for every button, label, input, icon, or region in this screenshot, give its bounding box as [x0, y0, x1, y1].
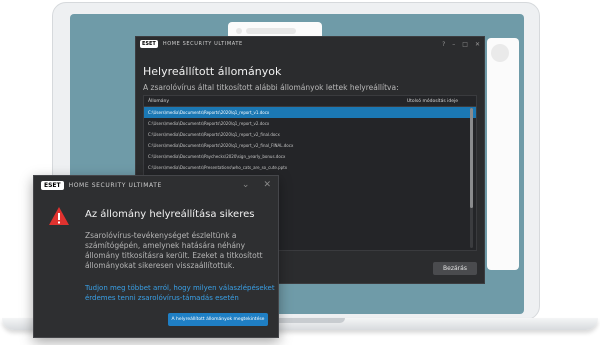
close-icon[interactable]: ✕ [475, 41, 480, 48]
page-subtitle: A zsarolóvírus által titkosított alábbi … [143, 83, 399, 92]
eset-logo: ESET [140, 40, 158, 48]
table-header: Állomány Utolsó módosítás ideje [144, 96, 476, 107]
table-row[interactable]: C:\Users\media\Documents\Reports\2020\q1… [144, 118, 476, 129]
close-button[interactable]: Bezárás [433, 262, 477, 275]
chevron-down-icon[interactable]: ⌄ [242, 180, 250, 190]
minimize-icon[interactable]: – [452, 41, 455, 48]
warning-icon [49, 207, 69, 225]
app-title: HOME SECURITY ULTIMATE [68, 181, 162, 189]
notification-titlebar: ESET HOME SECURITY ULTIMATE ⌄ ✕ [34, 176, 278, 194]
view-restored-files-button[interactable]: A helyreállított állományok megtekintése [168, 313, 268, 326]
notification-title: Az állomány helyreállítása sikeres [85, 209, 255, 220]
app-title: HOME SECURITY ULTIMATE [162, 41, 243, 47]
column-header-modified[interactable]: Utolsó módosítás ideje [407, 99, 458, 104]
column-header-file[interactable]: Állomány [148, 99, 169, 104]
table-row[interactable]: C:\Users\media\Documents\Reports\2020\q1… [144, 107, 476, 118]
notification-popup: ESET HOME SECURITY ULTIMATE ⌄ ✕ Az állom… [33, 175, 279, 338]
maximize-icon[interactable]: □ [462, 41, 468, 48]
help-icon[interactable]: ? [442, 41, 445, 48]
page-title: Helyreállított állományok [143, 65, 282, 78]
table-scrollbar[interactable] [470, 108, 473, 248]
window-titlebar: ESET HOME SECURITY ULTIMATE ? – □ ✕ [136, 37, 484, 51]
learn-more-link[interactable]: Tudjon meg többet arról, hogy milyen vál… [85, 284, 275, 303]
notification-message: Zsarolóvírus-tevékenységet észleltünk a … [85, 231, 263, 270]
table-row[interactable]: C:\Users\media\Documents\Reports\2020\q1… [144, 129, 476, 140]
background-side-panel [487, 38, 519, 270]
table-row[interactable]: C:\Users\media\Documents\Paychecks\2020\… [144, 151, 476, 162]
scrollbar-thumb[interactable] [470, 108, 473, 208]
close-icon[interactable]: ✕ [263, 180, 271, 190]
table-row[interactable]: C:\Users\media\Documents\Reports\2020\q1… [144, 140, 476, 151]
table-row[interactable]: C:\Users\media\Documents\Presentations\w… [144, 162, 476, 173]
eset-logo: ESET [41, 180, 64, 190]
